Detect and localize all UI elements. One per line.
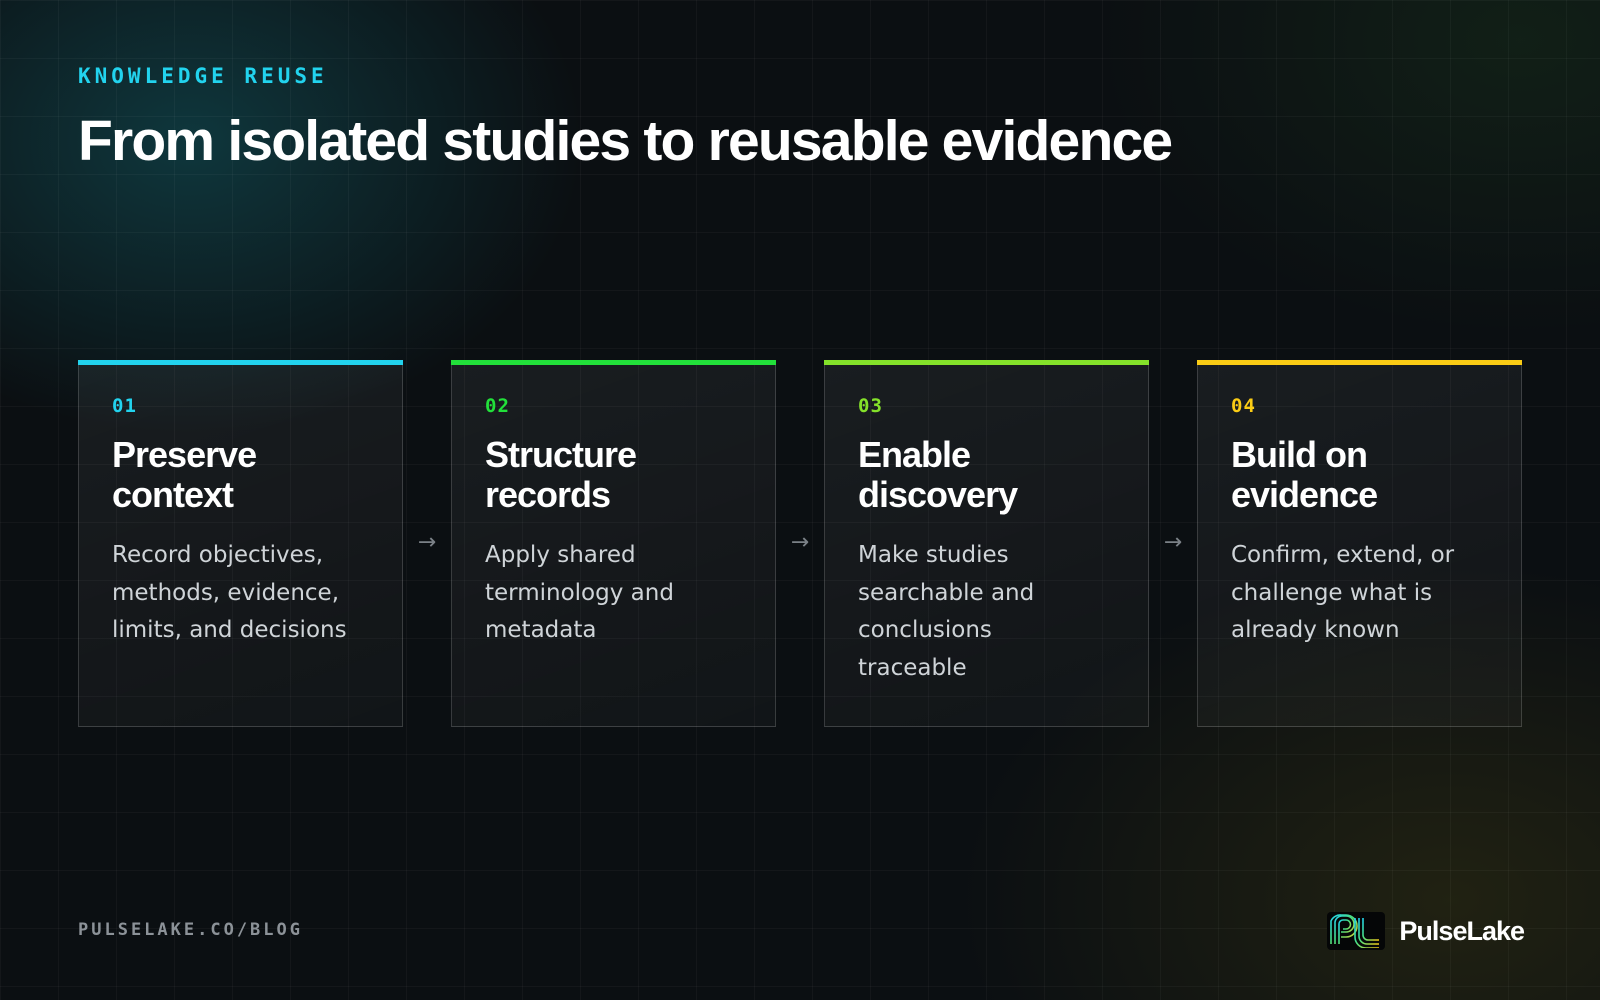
step-number: 02 (485, 395, 510, 417)
arrow-right-icon: → (1163, 530, 1183, 555)
step-heading: Enable discovery (858, 435, 1116, 515)
step-description-line: Apply shared (485, 542, 636, 568)
step-description-line: already known (1231, 617, 1400, 643)
step-heading-line: Preserve (112, 434, 257, 475)
step-heading-line: Structure (485, 434, 637, 475)
step-description: Make studies searchable and conclusions … (858, 537, 1116, 687)
arrow-right-icon: → (417, 530, 437, 555)
step-number: 04 (1231, 395, 1256, 417)
page-title: From isolated studies to reusable eviden… (78, 109, 1173, 173)
step-card-4: 04 Build on evidence Confirm, extend, or… (1197, 360, 1522, 727)
step-description-line: Make studies (858, 542, 1009, 568)
eyebrow-label: KNOWLEDGE REUSE (78, 64, 328, 88)
step-description-line: methods, evidence, (112, 579, 340, 606)
step-heading-line: Enable (858, 434, 971, 475)
step-description-line: metadata (485, 617, 597, 643)
step-heading: Preserve context (112, 435, 370, 515)
step-heading-line: records (485, 474, 611, 515)
step-accent-bar (451, 360, 776, 365)
step-description-line: conclusions (858, 617, 992, 643)
step-heading: Build on evidence (1231, 435, 1489, 515)
step-heading-line: Build on (1231, 434, 1368, 475)
brand: PulseLake (1327, 912, 1525, 950)
step-description-line: challenge what is (1231, 579, 1433, 606)
step-description-line: limits, and decisions (112, 617, 347, 643)
footer-url[interactable]: PULSELAKE.CO/BLOG (78, 920, 303, 940)
step-description: Apply shared terminology and metadata (485, 537, 743, 650)
step-description-line: searchable and (858, 579, 1035, 606)
step-description: Confirm, extend, or challenge what is al… (1231, 537, 1489, 650)
step-accent-bar (78, 360, 403, 365)
step-description: Record objectives, methods, evidence, li… (112, 537, 370, 650)
step-accent-bar (1197, 360, 1522, 365)
step-accent-bar (824, 360, 1149, 365)
step-card-1: 01 Preserve context Record objectives, m… (78, 360, 403, 727)
brand-name: PulseLake (1399, 915, 1525, 946)
step-heading-line: evidence (1231, 474, 1378, 515)
step-description-line: traceable (858, 654, 967, 681)
step-description-line: Confirm, extend, or (1231, 542, 1455, 568)
pulselake-logo-svg (1330, 914, 1380, 948)
pulselake-logo-icon (1327, 912, 1386, 950)
step-heading-line: context (112, 474, 234, 515)
step-description-line: Record objectives, (112, 542, 324, 568)
step-number: 01 (112, 395, 137, 417)
steps-row: 01 Preserve context Record objectives, m… (78, 360, 1522, 727)
step-number: 03 (858, 395, 883, 417)
step-description-line: terminology and (485, 579, 674, 606)
arrow-right-icon: → (790, 530, 810, 555)
step-heading: Structure records (485, 435, 743, 515)
step-heading-line: discovery (858, 474, 1018, 515)
step-card-3: 03 Enable discovery Make studies searcha… (824, 360, 1149, 727)
step-card-2: 02 Structure records Apply shared termin… (451, 360, 776, 727)
